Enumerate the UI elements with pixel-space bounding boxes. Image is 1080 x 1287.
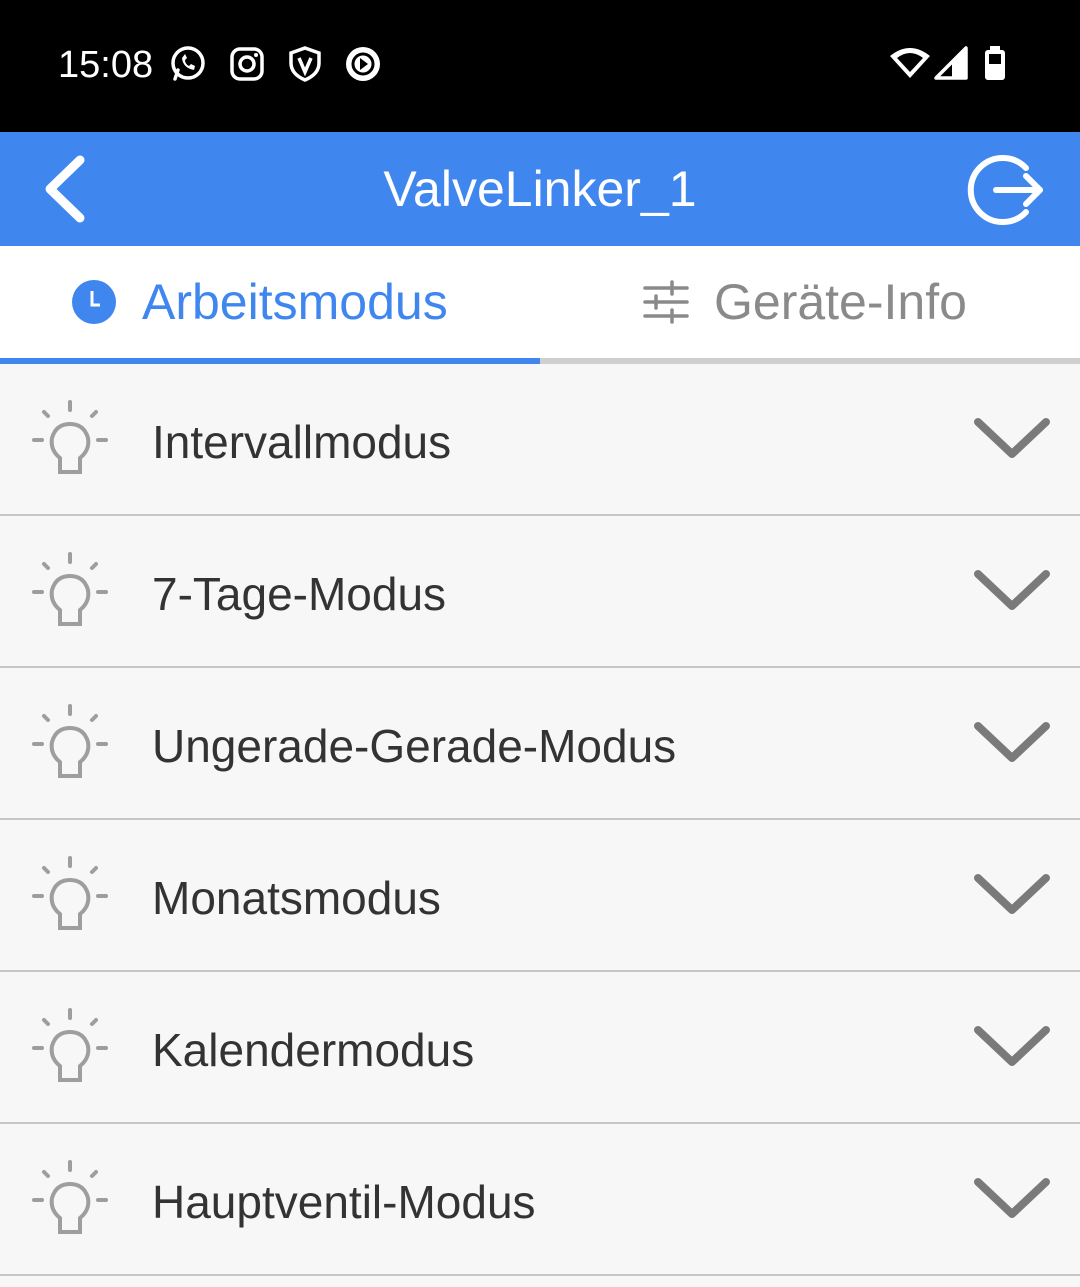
lightbulb-icon xyxy=(30,552,110,632)
whatsapp-icon xyxy=(168,44,208,84)
chevron-down-icon[interactable] xyxy=(972,566,1052,616)
list-item[interactable]: Hauptventil-Modus xyxy=(0,1124,1080,1276)
logout-icon xyxy=(967,155,1043,225)
shield-icon xyxy=(285,44,325,84)
list-item[interactable]: Ungerade-Gerade-Modus xyxy=(0,668,1080,820)
back-button[interactable] xyxy=(28,152,102,226)
list-item[interactable]: 7-Tage-Modus xyxy=(0,516,1080,668)
tab-geraete-info[interactable]: Geräte-Info xyxy=(540,246,1080,364)
mode-label: 7-Tage-Modus xyxy=(152,568,447,620)
chevron-down-icon[interactable] xyxy=(972,414,1052,464)
lightbulb-icon xyxy=(30,1008,110,1088)
page-title: ValveLinker_1 xyxy=(383,161,697,217)
status-time: 15:08 xyxy=(58,44,154,86)
mode-label: Kalendermodus xyxy=(152,1024,475,1076)
mode-list: Intervallmodus 7-Tage-Modus Ungerade-Ger… xyxy=(0,364,1080,1276)
lightbulb-icon xyxy=(30,856,110,936)
sliders-icon xyxy=(642,278,690,326)
wifi-icon xyxy=(888,44,932,84)
mode-label: Hauptventil-Modus xyxy=(152,1176,536,1228)
list-item[interactable]: Monatsmodus xyxy=(0,820,1080,972)
mode-label: Intervallmodus xyxy=(152,416,452,468)
tab-arbeitsmodus[interactable]: Arbeitsmodus xyxy=(0,246,540,364)
clock-icon xyxy=(70,278,118,326)
app-bar: ValveLinker_1 xyxy=(0,132,1080,246)
mode-label: Ungerade-Gerade-Modus xyxy=(152,720,677,772)
tab-label: Geräte-Info xyxy=(714,274,967,330)
chevron-left-icon xyxy=(45,155,85,223)
tab-label: Arbeitsmodus xyxy=(142,274,448,330)
chevron-down-icon[interactable] xyxy=(972,1022,1052,1072)
mode-label: Monatsmodus xyxy=(152,872,441,924)
lightbulb-icon xyxy=(30,400,110,480)
list-item[interactable]: Kalendermodus xyxy=(0,972,1080,1124)
instagram-icon xyxy=(227,44,267,84)
chevron-down-icon[interactable] xyxy=(972,718,1052,768)
chevron-down-icon[interactable] xyxy=(972,1174,1052,1224)
logout-button[interactable] xyxy=(960,146,1048,234)
lightbulb-icon xyxy=(30,704,110,784)
play-icon xyxy=(343,44,383,84)
list-item[interactable]: Intervallmodus xyxy=(0,364,1080,516)
chevron-down-icon[interactable] xyxy=(972,870,1052,920)
tab-bar: Arbeitsmodus Geräte-Info xyxy=(0,246,1080,364)
lightbulb-icon xyxy=(30,1160,110,1240)
signal-icon xyxy=(932,44,972,84)
battery-icon xyxy=(980,44,1010,84)
status-bar: 15:08 xyxy=(0,0,1080,132)
